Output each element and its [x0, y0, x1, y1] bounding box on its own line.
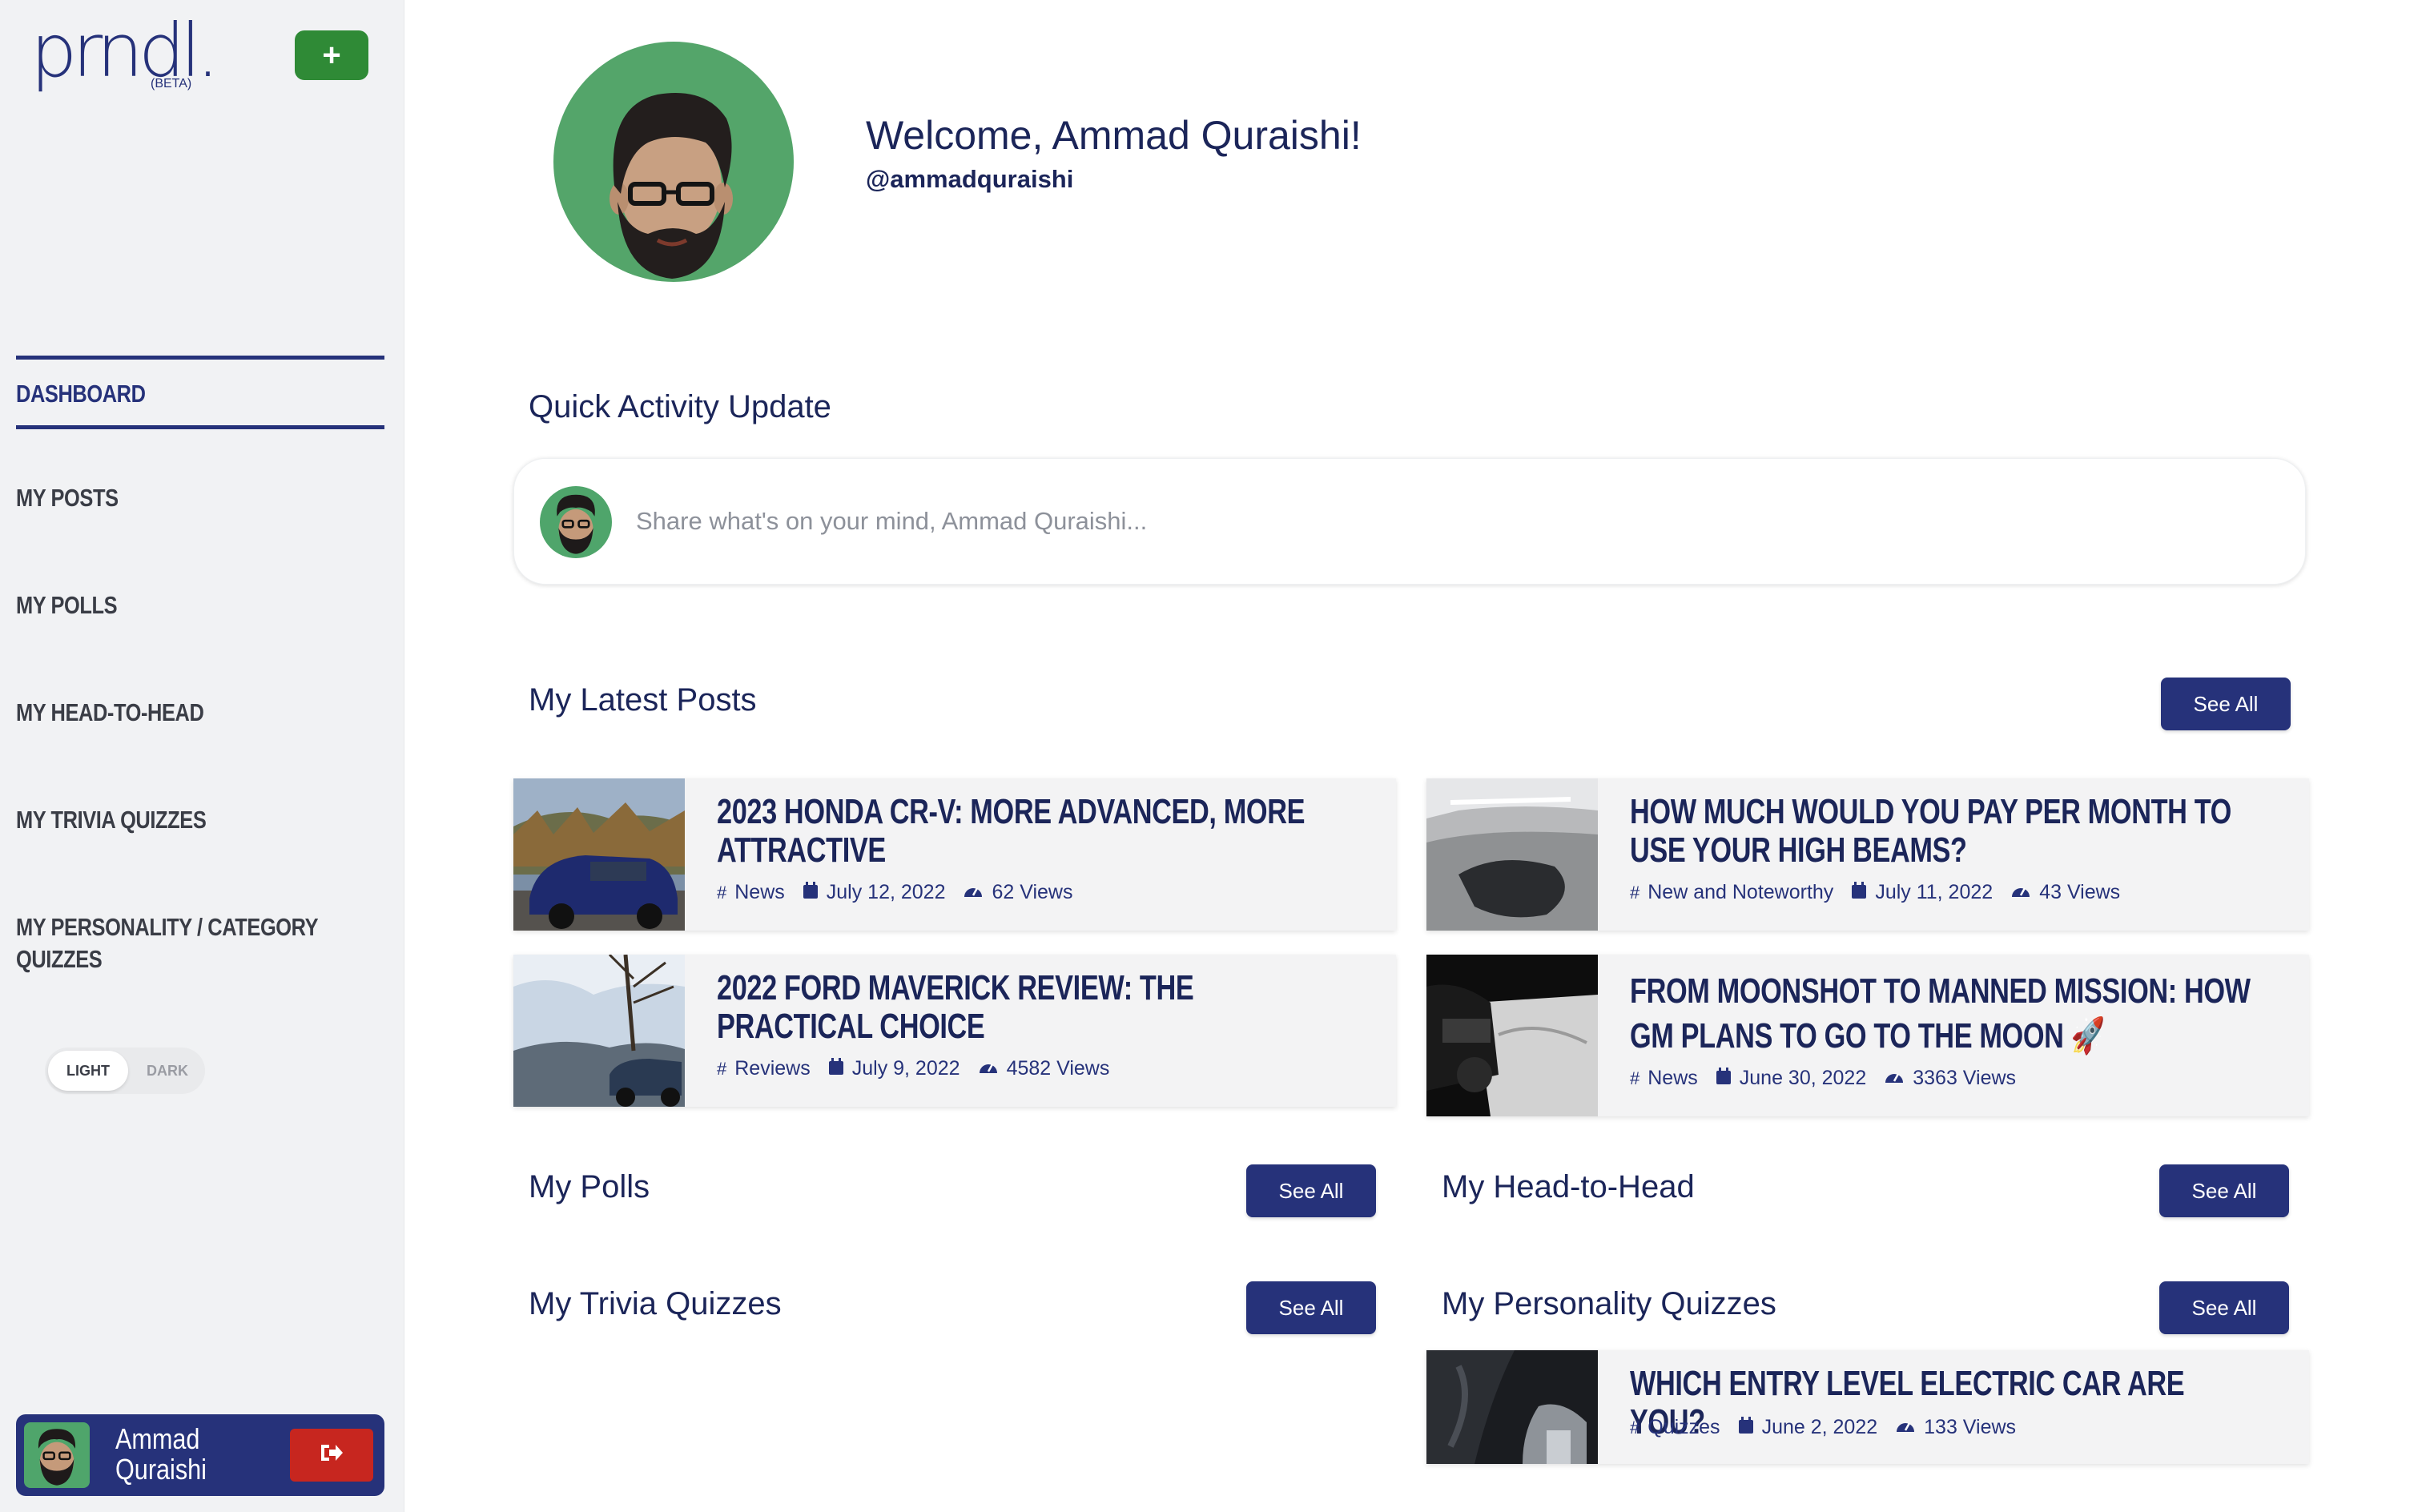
gauge-icon — [1895, 1418, 1916, 1438]
sidebar: prndl. (BETA) + DASHBOARD MY POSTS MY PO… — [0, 0, 404, 1512]
see-all-trivia-button[interactable]: See All — [1246, 1281, 1376, 1334]
hashtag-icon: # — [1630, 882, 1640, 903]
post-date: July 11, 2022 — [1875, 881, 1994, 903]
welcome-heading: Welcome, Ammad Quraishi! — [866, 113, 1362, 158]
post-title[interactable]: 2023 Honda CR-V: More Advanced, More Att… — [717, 793, 1342, 870]
user-name: Ammad Quraishi — [115, 1424, 251, 1485]
activity-composer[interactable] — [513, 458, 2306, 585]
user-card: Ammad Quraishi — [16, 1414, 384, 1496]
main-content: Welcome, Ammad Quraishi! @ammadquraishi … — [404, 0, 2422, 1512]
logout-button[interactable] — [290, 1429, 373, 1482]
post-card[interactable]: 2022 Ford Maverick Review: The Practical… — [513, 955, 1396, 1107]
sidebar-item-my-personality-quizzes-line2[interactable]: QUIZZES — [16, 945, 318, 974]
hashtag-icon: # — [1630, 1068, 1640, 1088]
head-to-head-title: My Head-to-Head — [1442, 1169, 1695, 1204]
quick-activity-title: Quick Activity Update — [529, 389, 831, 424]
post-thumbnail — [1426, 778, 1598, 931]
sidebar-item-my-trivia-quizzes[interactable]: MY TRIVIA QUIZZES — [16, 806, 318, 834]
calendar-icon — [803, 881, 819, 904]
calendar-icon — [1851, 881, 1867, 904]
post-title[interactable]: From Moonshot To Manned Mission: How GM … — [1630, 969, 2255, 1059]
gauge-icon — [2010, 883, 2031, 903]
calendar-icon — [1716, 1067, 1732, 1090]
quiz-card[interactable]: Which Entry Level Electric Car Are You? … — [1426, 1350, 2309, 1464]
plus-icon: + — [322, 37, 341, 73]
post-date: July 9, 2022 — [851, 1057, 960, 1080]
post-category[interactable]: News — [734, 881, 785, 904]
avatar — [540, 486, 612, 558]
post-date: July 12, 2022 — [826, 881, 946, 903]
polls-title: My Polls — [529, 1169, 650, 1204]
post-card[interactable]: How Much Would You Pay Per Month To Use … — [1426, 778, 2309, 931]
sidebar-item-dashboard[interactable]: DASHBOARD — [16, 380, 318, 408]
post-thumbnail — [513, 778, 685, 931]
hashtag-icon: # — [717, 882, 727, 903]
theme-light-option[interactable]: LIGHT — [48, 1051, 128, 1091]
quiz-meta: # Quizzes June 2, 2022 133 Views — [1630, 1416, 2034, 1439]
post-thumbnail — [513, 955, 685, 1107]
personality-title: My Personality Quizzes — [1442, 1286, 1776, 1321]
post-meta: # Reviews July 9, 2022 4582 Views — [717, 1057, 1127, 1080]
quiz-views: 133 Views — [1924, 1416, 2017, 1438]
see-all-posts-button[interactable]: See All — [2161, 678, 2291, 730]
user-handle: @ammadquraishi — [866, 165, 1074, 193]
theme-dark-option[interactable]: DARK — [131, 1051, 203, 1091]
gauge-icon — [978, 1059, 999, 1080]
latest-posts-title: My Latest Posts — [529, 682, 757, 718]
quiz-category[interactable]: Quizzes — [1648, 1416, 1720, 1439]
see-all-polls-button[interactable]: See All — [1246, 1164, 1376, 1217]
post-category[interactable]: New and Noteworthy — [1648, 881, 1833, 904]
post-views: 4582 Views — [1006, 1057, 1110, 1080]
hashtag-icon: # — [717, 1058, 727, 1079]
post-meta: # News June 30, 2022 3363 Views — [1630, 1067, 2034, 1090]
sidebar-item-my-personality-quizzes[interactable]: MY PERSONALITY / CATEGORY — [16, 913, 319, 942]
add-button[interactable]: + — [295, 30, 368, 80]
hashtag-icon: # — [1630, 1417, 1640, 1438]
beta-badge: (BETA) — [151, 77, 192, 90]
avatar[interactable] — [24, 1422, 90, 1488]
post-views: 62 Views — [992, 881, 1073, 903]
profile-avatar[interactable] — [553, 42, 794, 282]
gauge-icon — [1884, 1068, 1905, 1089]
post-card[interactable]: From Moonshot To Manned Mission: How GM … — [1426, 955, 2309, 1116]
calendar-icon — [1738, 1416, 1754, 1439]
post-meta: # News July 12, 2022 62 Views — [717, 881, 1090, 904]
user-last-name: Quraishi — [115, 1453, 207, 1486]
see-all-head-to-head-button[interactable]: See All — [2159, 1164, 2289, 1217]
post-thumbnail — [1426, 955, 1598, 1116]
theme-toggle[interactable]: LIGHT DARK — [45, 1048, 205, 1094]
post-card[interactable]: 2023 Honda CR-V: More Advanced, More Att… — [513, 778, 1396, 931]
gauge-icon — [963, 883, 984, 903]
prndl-logo[interactable]: prndl. (BETA) — [30, 14, 219, 94]
activity-input[interactable] — [636, 497, 2158, 545]
calendar-icon — [828, 1057, 844, 1080]
sidebar-item-my-head-to-head[interactable]: MY HEAD-TO-HEAD — [16, 698, 318, 727]
quiz-thumbnail — [1426, 1350, 1598, 1464]
user-first-name: Ammad — [115, 1422, 200, 1455]
sidebar-item-my-polls[interactable]: MY POLLS — [16, 591, 318, 620]
post-meta: # New and Noteworthy July 11, 2022 43 Vie… — [1630, 881, 2138, 904]
post-title[interactable]: 2022 Ford Maverick Review: The Practical… — [717, 969, 1342, 1046]
sign-out-icon — [320, 1442, 344, 1469]
sidebar-item-my-posts[interactable]: MY POSTS — [16, 484, 318, 513]
post-category[interactable]: News — [1648, 1067, 1698, 1090]
trivia-title: My Trivia Quizzes — [529, 1286, 782, 1321]
post-date: June 30, 2022 — [1739, 1067, 1867, 1089]
post-views: 3363 Views — [1913, 1067, 2017, 1089]
post-category[interactable]: Reviews — [734, 1057, 810, 1080]
post-title[interactable]: How Much Would You Pay Per Month To Use … — [1630, 793, 2255, 870]
see-all-personality-button[interactable]: See All — [2159, 1281, 2289, 1334]
quiz-date: June 2, 2022 — [1761, 1416, 1878, 1438]
post-views: 43 Views — [2039, 881, 2121, 903]
